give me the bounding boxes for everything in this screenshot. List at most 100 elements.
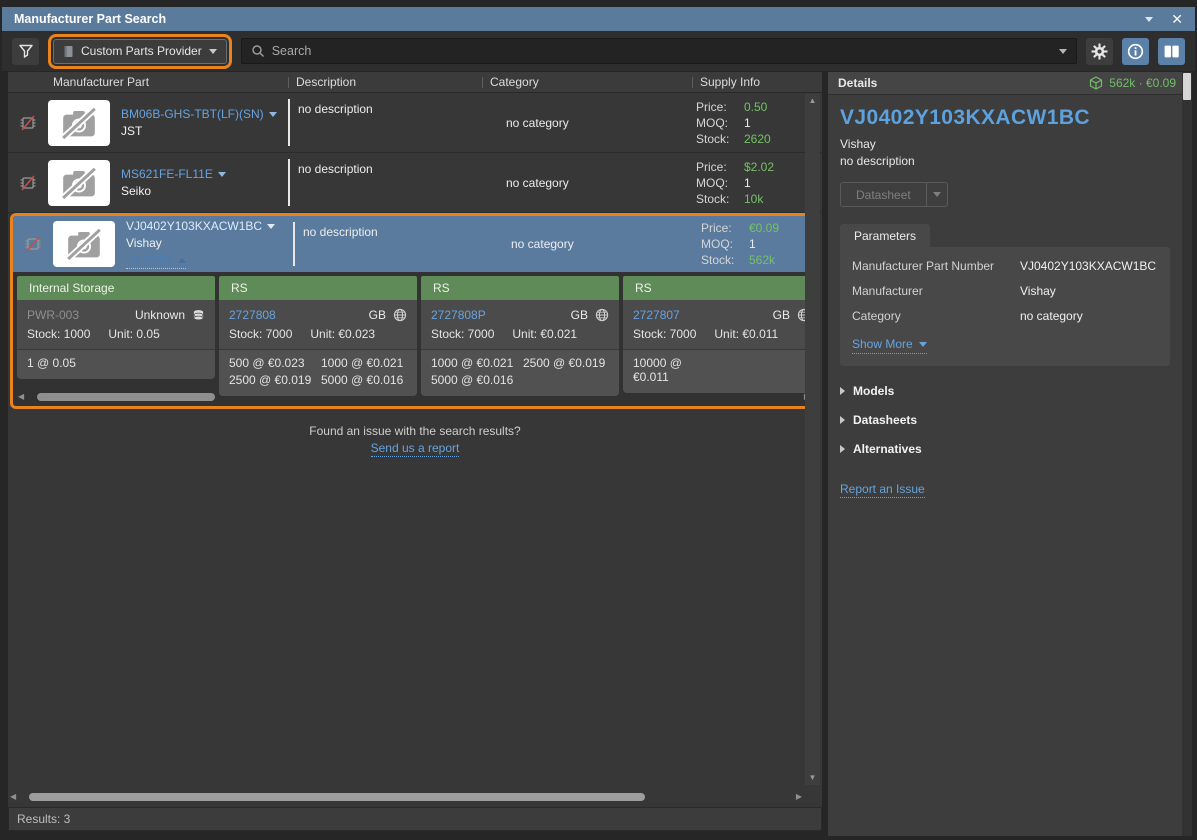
price-break: 2500 @ €0.019 xyxy=(229,373,315,387)
supplier-part-number-link[interactable]: 2727807 xyxy=(633,308,680,322)
supplier-part-number-link[interactable]: 2727808 xyxy=(229,308,276,322)
row-model-status-cell xyxy=(13,216,53,272)
category-cell: no category xyxy=(482,93,692,152)
row-model-status-cell xyxy=(8,93,48,152)
results-horizontal-scrollbar[interactable]: ◀ ▶ xyxy=(10,790,802,803)
price-break: 5000 @ €0.016 xyxy=(431,373,517,387)
supplier-unit-price: Unit: 0.05 xyxy=(108,327,159,341)
settings-button[interactable] xyxy=(1086,38,1113,65)
category-cell: no category xyxy=(482,153,692,212)
part-number-link[interactable]: MS621FE-FL11E xyxy=(121,167,226,181)
spn-card[interactable]: RS 2727808P GB Stock: 7000 Unit: €0.021 … xyxy=(421,276,619,396)
search-field xyxy=(241,38,1077,64)
scroll-down-icon[interactable]: ▼ xyxy=(809,774,817,782)
scroll-left-icon[interactable]: ◀ xyxy=(10,793,16,801)
details-scrollbar-thumb[interactable] xyxy=(1183,73,1191,100)
search-feedback: Found an issue with the search results? … xyxy=(8,423,822,457)
spn-card[interactable]: RS 2727808 GB Stock: 7000 Unit: €0.023 5… xyxy=(219,276,417,396)
results-vertical-scrollbar[interactable]: ▲ ▼ xyxy=(805,94,820,785)
moq-label: MOQ: xyxy=(701,237,741,251)
results-scrollbar-thumb[interactable] xyxy=(29,793,645,801)
spn-cards-scrollbar[interactable]: ◀ ▶ xyxy=(18,391,810,403)
table-row[interactable]: VJ0402Y103KXACW1BC Vishay 16 SPNs no des… xyxy=(13,216,817,272)
search-icon xyxy=(251,44,265,58)
supplier-name: RS xyxy=(421,276,619,300)
provider-highlight-box: Custom Parts Provider xyxy=(48,34,232,69)
provider-book-icon xyxy=(63,45,74,58)
region-label: Unknown xyxy=(135,308,185,322)
search-history-caret-icon[interactable] xyxy=(1059,49,1067,54)
stock-label: Stock: xyxy=(696,192,736,206)
filter-button[interactable] xyxy=(12,38,39,65)
panel-title: Manufacturer Part Search xyxy=(14,12,166,26)
send-report-link[interactable]: Send us a report xyxy=(371,441,460,457)
spn-card[interactable]: RS 2727807 GB Stock: 7000 Unit: €0.011 1… xyxy=(623,276,817,393)
details-manufacturer: Vishay xyxy=(840,137,1170,151)
column-header-manufacturer-part[interactable]: Manufacturer Part xyxy=(48,72,288,92)
supply-info-cell: Price: 0.50 MOQ: 1 Stock: 2620 xyxy=(692,93,822,152)
supply-info-cell: Price: $2.02 MOQ: 1 Stock: 10k xyxy=(692,153,822,212)
supplier-stock: Stock: 7000 xyxy=(431,327,494,341)
column-header-supply-info[interactable]: Supply Info xyxy=(692,72,822,92)
column-header-category[interactable]: Category xyxy=(482,72,692,92)
show-more-link[interactable]: Show More xyxy=(852,337,927,354)
supplier-name: RS xyxy=(219,276,417,300)
part-number-link[interactable]: BM06B-GHS-TBT(LF)(SN) xyxy=(121,107,277,121)
supplier-unit-price: Unit: €0.023 xyxy=(310,327,375,341)
parts-provider-dropdown[interactable]: Custom Parts Provider xyxy=(53,39,227,64)
scroll-up-icon[interactable]: ▲ xyxy=(809,97,817,105)
price-label: Price: xyxy=(696,160,736,174)
info-toggle-button[interactable] xyxy=(1122,38,1149,65)
results-rows: BM06B-GHS-TBT(LF)(SN) JST no description… xyxy=(8,93,822,213)
scroll-left-icon[interactable]: ◀ xyxy=(18,393,24,401)
funnel-icon xyxy=(18,43,34,59)
section-models[interactable]: Models xyxy=(840,384,1170,398)
panels-toggle-button[interactable] xyxy=(1158,38,1185,65)
supplier-name: Internal Storage xyxy=(17,276,215,300)
report-an-issue-link[interactable]: Report an Issue xyxy=(840,482,925,498)
supplier-unit-price: Unit: €0.021 xyxy=(512,327,577,341)
section-alternatives[interactable]: Alternatives xyxy=(840,442,1170,456)
expand-caret-icon xyxy=(840,416,845,424)
datasheet-caret-icon[interactable] xyxy=(926,183,947,206)
results-region: Manufacturer Part Description Category S… xyxy=(8,72,822,831)
manufacturer-part-cell: MS621FE-FL11E Seiko xyxy=(48,153,288,212)
tab-parameters[interactable]: Parameters xyxy=(840,224,930,247)
stock-value: 2620 xyxy=(744,132,771,146)
search-input[interactable] xyxy=(272,44,1052,58)
scroll-right-icon[interactable]: ▶ xyxy=(796,793,802,801)
table-row[interactable]: BM06B-GHS-TBT(LF)(SN) JST no description… xyxy=(8,93,822,153)
supplier-part-number-link[interactable]: 2727808P xyxy=(431,308,486,322)
results-count: Results: 3 xyxy=(17,812,70,826)
supplier-part-number-link[interactable]: PWR-003 xyxy=(27,308,79,322)
table-row[interactable]: MS621FE-FL11E Seiko no description no ca… xyxy=(8,153,822,213)
price-breaks: 1000 @ €0.0212500 @ €0.0195000 @ €0.016 xyxy=(421,349,619,396)
manufacturer-name: Seiko xyxy=(121,184,226,198)
details-panel: Details 562k · €0.09 VJ0402Y103KXACW1BC … xyxy=(828,72,1192,836)
part-number-link[interactable]: VJ0402Y103KXACW1BC xyxy=(126,219,275,233)
price-value: $2.02 xyxy=(744,160,774,174)
region-label: GB xyxy=(571,308,588,322)
no-symbol-chip-icon xyxy=(22,233,44,255)
selected-result-highlight-box: VJ0402Y103KXACW1BC Vishay 16 SPNs no des… xyxy=(10,213,820,409)
price-value: €0.09 xyxy=(749,221,779,235)
panel-menu-caret-icon[interactable] xyxy=(1145,17,1153,22)
price-break: 1 @ 0.05 xyxy=(27,356,113,370)
spn-card[interactable]: Internal Storage PWR-003 Unknown Stock: … xyxy=(17,276,215,379)
row-model-status-cell xyxy=(8,153,48,212)
datasheet-button[interactable]: Datasheet xyxy=(840,182,948,207)
section-datasheets[interactable]: Datasheets xyxy=(840,413,1170,427)
description-cell: no description xyxy=(288,93,482,152)
datasheet-button-label: Datasheet xyxy=(841,188,926,202)
moq-label: MOQ: xyxy=(696,176,736,190)
spn-scrollbar-thumb[interactable] xyxy=(37,393,215,401)
spn-cards-area: Internal Storage PWR-003 Unknown Stock: … xyxy=(13,272,817,406)
column-header-description[interactable]: Description xyxy=(288,72,482,92)
spns-toggle-link[interactable]: 16 SPNs xyxy=(126,253,186,269)
details-scrollbar[interactable] xyxy=(1182,72,1192,836)
close-icon[interactable]: ✕ xyxy=(1171,12,1183,26)
supplier-stock: Stock: 7000 xyxy=(633,327,696,341)
price-break: 1000 @ €0.021 xyxy=(321,356,407,370)
moq-value: 1 xyxy=(744,176,774,190)
part-image-placeholder xyxy=(53,221,115,267)
